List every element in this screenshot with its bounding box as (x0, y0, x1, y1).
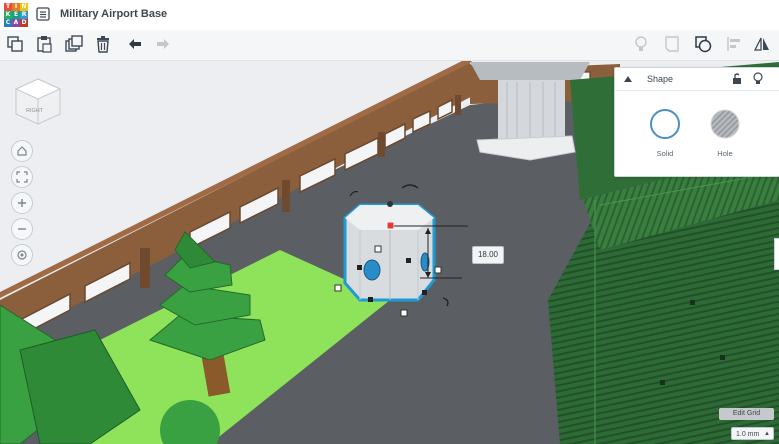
logo-tile: N (20, 3, 28, 11)
zoom-out-button[interactable] (11, 218, 33, 240)
height-dimension-label[interactable]: 18.00 (472, 246, 504, 264)
perspective-icon (17, 250, 27, 260)
shape-panel-header: Shape (615, 68, 779, 91)
home-icon (17, 146, 27, 156)
hole-swatch-icon[interactable] (709, 108, 741, 140)
trash-icon[interactable] (92, 33, 114, 55)
logo-tile: T (4, 3, 12, 11)
group-icon[interactable] (692, 33, 714, 55)
solid-option[interactable]: Solid (645, 108, 685, 158)
zoom-in-button[interactable] (11, 192, 33, 214)
logo-tile: E (12, 11, 20, 19)
home-view-button[interactable] (11, 140, 33, 162)
plus-icon (18, 199, 26, 207)
solid-swatch-icon[interactable] (649, 108, 681, 140)
snap-grid-value: 1.0 mm (736, 431, 760, 438)
note-icon[interactable] (661, 33, 683, 55)
tinkercad-logo[interactable]: TINKERCAD (4, 3, 28, 27)
logo-tile: C (4, 19, 12, 27)
copy-icon[interactable] (4, 33, 26, 55)
edit-grid-button[interactable]: Edit Grid (719, 408, 774, 420)
toolbar (0, 30, 779, 61)
fit-view-icon (16, 171, 28, 183)
top-bar: TINKERCAD Military Airport Base (0, 0, 779, 31)
dropdown-arrow-icon: ▲ (764, 431, 770, 437)
visibility-bulb-icon[interactable] (752, 72, 764, 85)
logo-tile: R (20, 11, 28, 19)
hole-option[interactable]: Hole (705, 108, 745, 158)
shape-inspector-panel: Shape Solid Hole (614, 67, 779, 177)
duplicate-icon[interactable] (63, 33, 85, 55)
view-cube-face-label: RIGHT (26, 108, 44, 114)
fit-view-button[interactable] (11, 166, 33, 188)
view-cube[interactable]: RIGHT (12, 76, 64, 128)
design-list-icon[interactable] (36, 7, 50, 21)
mirror-icon[interactable] (751, 33, 773, 55)
collapse-arrow-icon[interactable] (623, 75, 633, 83)
logo-tile: I (12, 3, 20, 11)
lock-icon[interactable] (731, 72, 743, 85)
logo-tile: A (12, 19, 20, 27)
perspective-button[interactable] (11, 244, 33, 266)
align-icon[interactable] (723, 33, 745, 55)
snap-grid-select[interactable]: 1.0 mm ▲ (731, 427, 774, 440)
redo-icon[interactable] (152, 33, 174, 55)
shape-panel-title: Shape (647, 74, 674, 84)
hole-label: Hole (717, 149, 733, 158)
undo-icon[interactable] (124, 33, 146, 55)
panel-toggle-tab[interactable] (774, 238, 779, 270)
light-bulb-icon[interactable] (630, 33, 652, 55)
paste-icon[interactable] (33, 33, 55, 55)
logo-tile: D (20, 19, 28, 27)
logo-tile: K (4, 11, 12, 19)
solid-label: Solid (656, 149, 674, 158)
design-title[interactable]: Military Airport Base (60, 8, 167, 20)
minus-icon (18, 228, 26, 230)
